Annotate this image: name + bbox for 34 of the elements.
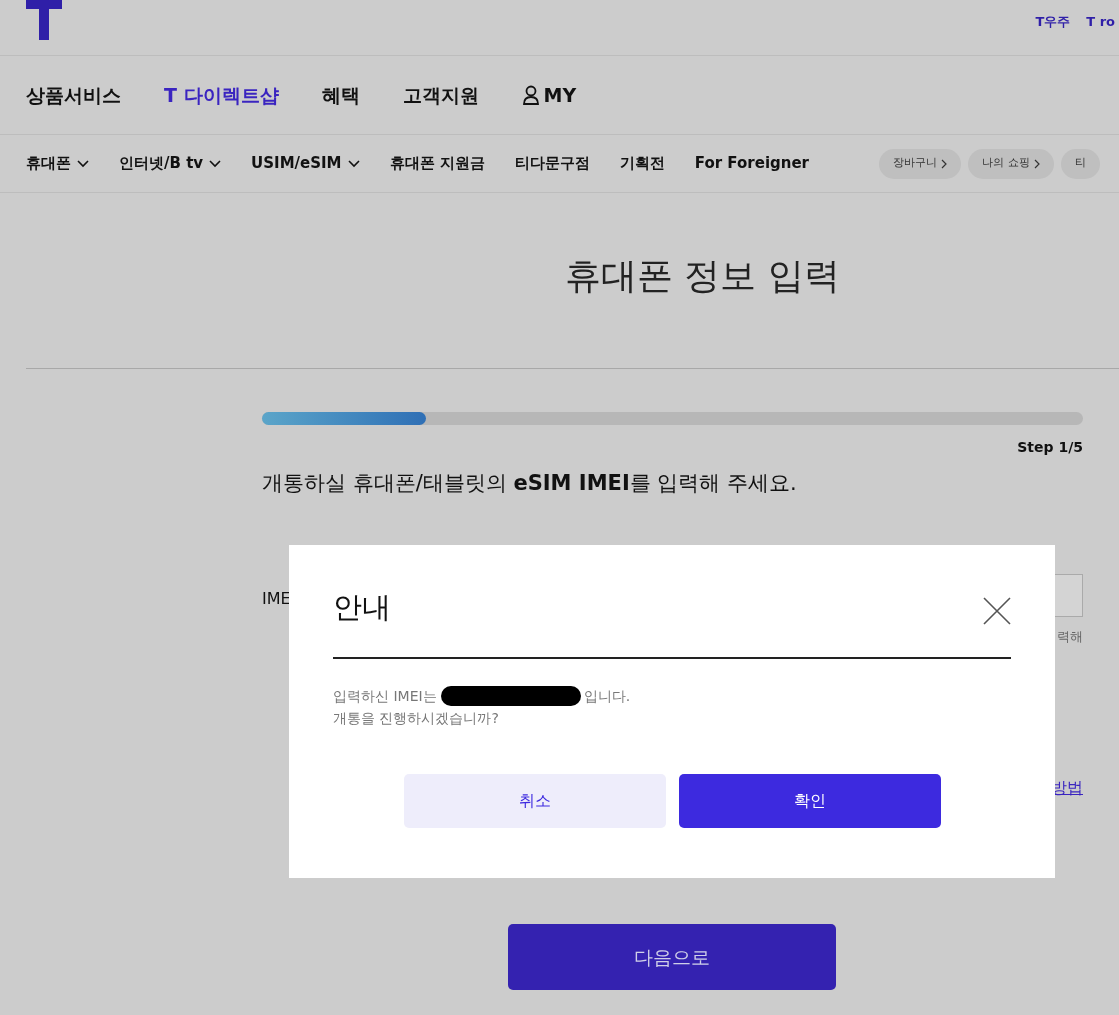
sub-nav-item[interactable]: 티다문구점: [514, 152, 590, 175]
page-title: 휴대폰 정보 입력: [565, 253, 840, 298]
sub-nav-item[interactable]: USIM/eSIM: [251, 152, 360, 175]
top-link[interactable]: T ro: [1086, 12, 1115, 32]
main-nav-item[interactable]: 상품서비스: [26, 80, 121, 110]
sub-nav-item[interactable]: 휴대폰 지원금: [389, 152, 485, 175]
field-label: IME: [262, 587, 291, 610]
field-hint: 력해: [1057, 627, 1083, 646]
main-nav-item[interactable]: 혜택: [321, 80, 360, 110]
message-text: 입니다.: [583, 687, 631, 706]
sub-nav-item[interactable]: 인터넷/B tv: [119, 152, 222, 175]
user-icon: [521, 85, 540, 105]
dialog-title: 안내: [333, 593, 391, 622]
sub-nav-item[interactable]: For Foreigner: [694, 152, 809, 175]
logo-icon[interactable]: [26, 0, 62, 40]
shortcut-pill[interactable]: 나의 쇼핑: [968, 148, 1054, 179]
shortcut-pill[interactable]: 장바구니: [879, 148, 961, 179]
sub-nav-item[interactable]: 기획전: [619, 152, 665, 175]
confirm-button[interactable]: 확인: [678, 774, 941, 828]
chevron-right-icon: [1033, 158, 1040, 169]
main-nav-item[interactable]: T 다이렉트샵: [164, 80, 279, 110]
step-label: Step 1/5: [1017, 438, 1083, 457]
next-button[interactable]: 다음으로: [508, 924, 836, 990]
message-text: 개통을 진행하시겠습니까?: [333, 709, 500, 728]
cancel-button[interactable]: 취소: [403, 774, 666, 828]
instruction-text: 개통하실 휴대폰/태블릿의 eSIM IMEI를 입력해 주세요.: [262, 470, 798, 497]
close-icon[interactable]: [983, 597, 1011, 625]
sub-nav-item[interactable]: 휴대폰: [26, 152, 89, 175]
shortcut-pill[interactable]: 티: [1060, 148, 1100, 179]
main-nav-item[interactable]: 고객지원: [402, 80, 479, 110]
chevron-right-icon: [941, 158, 947, 169]
main-nav-item[interactable]: MY: [521, 80, 577, 110]
message-text: 입력하신 IMEI는: [333, 687, 437, 706]
top-link[interactable]: T우주: [1035, 12, 1071, 32]
